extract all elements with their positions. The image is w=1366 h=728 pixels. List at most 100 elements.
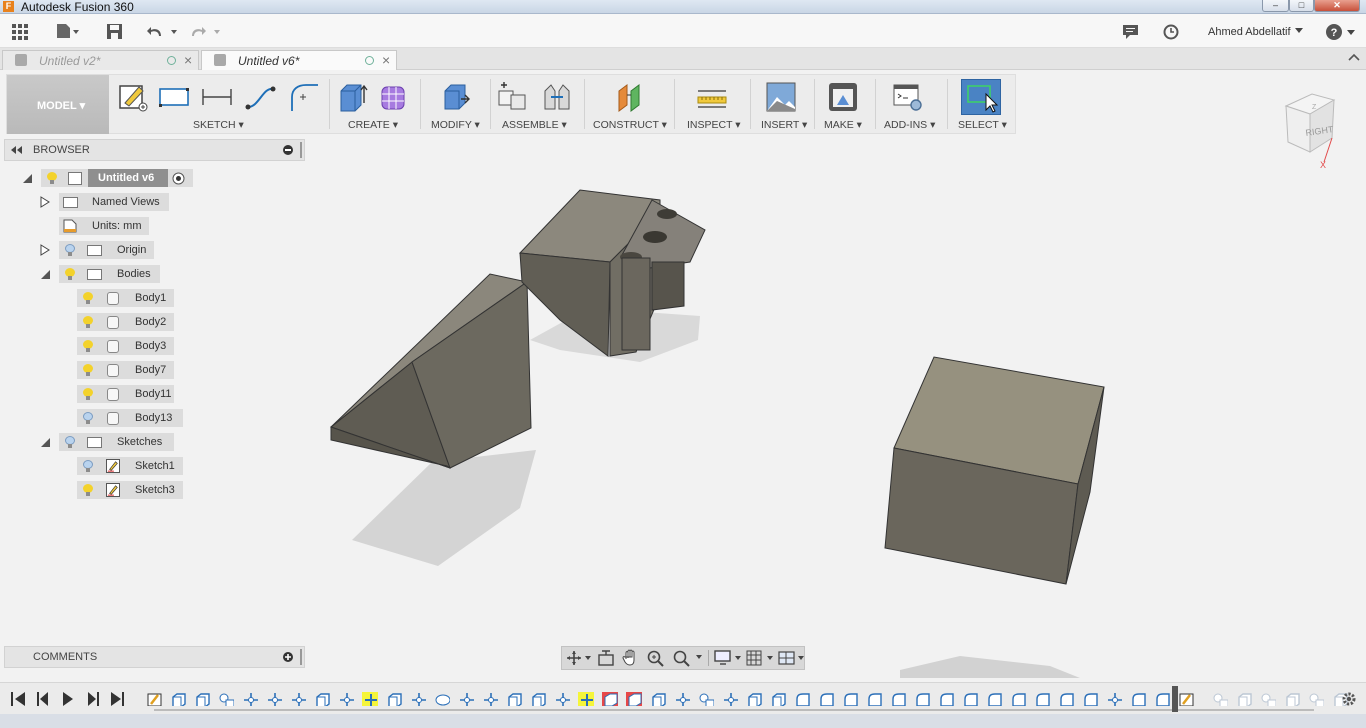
- timeline-feature-icon[interactable]: [842, 692, 858, 706]
- rectangle-icon[interactable]: [158, 81, 190, 113]
- timeline-feature-icon[interactable]: [602, 692, 618, 706]
- timeline-feature-icon[interactable]: [1236, 692, 1252, 706]
- timeline-feature-icon[interactable]: [770, 692, 786, 706]
- timeline-feature-icon[interactable]: [410, 692, 426, 706]
- timeline-feature-icon[interactable]: [722, 692, 738, 706]
- timeline-feature-icon[interactable]: [1154, 692, 1170, 706]
- visibility-bulb-on-icon[interactable]: [83, 388, 93, 400]
- minimize-panel-icon[interactable]: [283, 145, 293, 155]
- timeline-feature-icon[interactable]: [962, 692, 978, 706]
- body-wedge[interactable]: [329, 273, 532, 469]
- timeline-feature-icon[interactable]: [794, 692, 810, 706]
- timeline-feature-icon[interactable]: [218, 692, 234, 706]
- timeline-feature-icon[interactable]: [530, 692, 546, 706]
- timeline-feature-icon[interactable]: [482, 692, 498, 706]
- timeline-feature-icon[interactable]: [1058, 692, 1074, 706]
- tree-named-views[interactable]: Named Views: [0, 193, 310, 211]
- timeline-settings-gear-icon[interactable]: [1341, 691, 1357, 707]
- tree-root[interactable]: Untitled v6: [0, 169, 310, 187]
- tree-sketch-item[interactable]: Sketch3: [0, 481, 310, 499]
- timeline-feature-icon[interactable]: [986, 692, 1002, 706]
- close-window-button[interactable]: ✕: [1314, 0, 1360, 12]
- visibility-bulb-off-icon[interactable]: [65, 244, 75, 256]
- notifications-icon[interactable]: [1123, 25, 1139, 39]
- visibility-bulb-on-icon[interactable]: [83, 364, 93, 376]
- visibility-bulb-off-icon[interactable]: [65, 436, 75, 448]
- tab-untitled-v6[interactable]: Untitled v6* ×: [201, 50, 397, 70]
- visibility-bulb-on-icon[interactable]: [83, 316, 93, 328]
- tree-body-item[interactable]: Body13: [0, 409, 310, 427]
- create-menu[interactable]: CREATE ▾: [348, 119, 398, 131]
- timeline-feature-icon[interactable]: [338, 692, 354, 706]
- pan-hand-icon[interactable]: [622, 649, 640, 667]
- display-settings-icon[interactable]: [714, 650, 744, 666]
- timeline-feature-icon[interactable]: [1308, 692, 1324, 706]
- measure-icon[interactable]: [696, 81, 728, 113]
- timeline-feature-icon[interactable]: [818, 692, 834, 706]
- timeline-feature-icon[interactable]: [170, 692, 186, 706]
- insert-menu[interactable]: INSERT ▾: [761, 119, 807, 131]
- file-menu-icon[interactable]: [56, 23, 80, 39]
- timeline-feature-icon[interactable]: [698, 692, 714, 706]
- visibility-bulb-on-icon[interactable]: [83, 340, 93, 352]
- extrude-icon[interactable]: [337, 81, 369, 113]
- app-grid-icon[interactable]: [12, 24, 30, 40]
- timeline-feature-icon[interactable]: [578, 692, 594, 706]
- comments-panel-header[interactable]: COMMENTS: [4, 646, 305, 668]
- minimize-button[interactable]: –: [1262, 0, 1289, 12]
- visibility-bulb-on-icon[interactable]: [65, 268, 75, 280]
- timeline-feature-icon[interactable]: [1106, 692, 1122, 706]
- help-icon[interactable]: ?: [1326, 23, 1360, 41]
- timeline-feature-icon[interactable]: [938, 692, 954, 706]
- timeline-feature-icon[interactable]: [1034, 692, 1050, 706]
- timeline-feature-icon[interactable]: [626, 692, 642, 706]
- zoom-icon[interactable]: [647, 649, 667, 667]
- workspace-switcher-button[interactable]: MODEL ▾: [7, 75, 109, 134]
- new-component-icon[interactable]: [497, 81, 529, 113]
- timeline-marker[interactable]: [1172, 686, 1178, 712]
- timeline-feature-icon[interactable]: [1010, 692, 1026, 706]
- tree-body-item[interactable]: Body1: [0, 289, 310, 307]
- timeline-feature-icon[interactable]: [194, 692, 210, 706]
- visibility-bulb-off-icon[interactable]: [83, 460, 93, 472]
- add-comment-icon[interactable]: [283, 652, 293, 662]
- offset-plane-icon[interactable]: [613, 81, 645, 113]
- timeline-feature-icon[interactable]: [146, 692, 162, 706]
- select-menu[interactable]: SELECT ▾: [958, 119, 1007, 131]
- timeline-feature-icon[interactable]: [746, 692, 762, 706]
- timeline-feature-icon[interactable]: [650, 692, 666, 706]
- visibility-bulb-off-icon[interactable]: [83, 412, 93, 424]
- inspect-menu[interactable]: INSPECT ▾: [687, 119, 741, 131]
- timeline-feature-icon[interactable]: [242, 692, 258, 706]
- timeline-feature-icon[interactable]: [1284, 692, 1300, 706]
- press-pull-icon[interactable]: [439, 81, 471, 113]
- collapsed-arrow-icon[interactable]: [40, 244, 50, 256]
- tree-body-item[interactable]: Body2: [0, 313, 310, 331]
- timeline-feature-icon[interactable]: [866, 692, 882, 706]
- timeline-feature-icon[interactable]: [266, 692, 282, 706]
- scripts-addins-icon[interactable]: [892, 81, 924, 113]
- create-sketch-icon[interactable]: [117, 81, 149, 113]
- timeline-feature-icon[interactable]: [554, 692, 570, 706]
- expanded-arrow-icon[interactable]: [41, 438, 50, 447]
- timeline-feature-icon[interactable]: [1082, 692, 1098, 706]
- timeline-feature-icon[interactable]: [1260, 692, 1276, 706]
- modify-menu[interactable]: MODIFY ▾: [431, 119, 480, 131]
- make-menu[interactable]: MAKE ▾: [824, 119, 862, 131]
- maximize-button[interactable]: □: [1289, 0, 1314, 12]
- visibility-bulb-on-icon[interactable]: [47, 172, 57, 184]
- tree-body-item[interactable]: Body3: [0, 337, 310, 355]
- expanded-arrow-icon[interactable]: [23, 174, 32, 183]
- timeline-playback-controls[interactable]: [10, 691, 130, 707]
- chevron-down-icon[interactable]: [1295, 28, 1303, 34]
- fit-icon[interactable]: [673, 649, 703, 667]
- redo-icon[interactable]: [190, 24, 222, 40]
- tree-origin[interactable]: Origin: [0, 241, 310, 259]
- timeline-feature-icon[interactable]: [434, 692, 450, 706]
- user-account-name[interactable]: Ahmed Abdellatif: [1208, 26, 1291, 38]
- construct-menu[interactable]: CONSTRUCT ▾: [593, 119, 667, 131]
- expanded-arrow-icon[interactable]: [41, 270, 50, 279]
- fillet-sketch-icon[interactable]: [288, 81, 320, 113]
- timeline-feature-icon[interactable]: [674, 692, 690, 706]
- grid-snaps-icon[interactable]: [746, 650, 776, 666]
